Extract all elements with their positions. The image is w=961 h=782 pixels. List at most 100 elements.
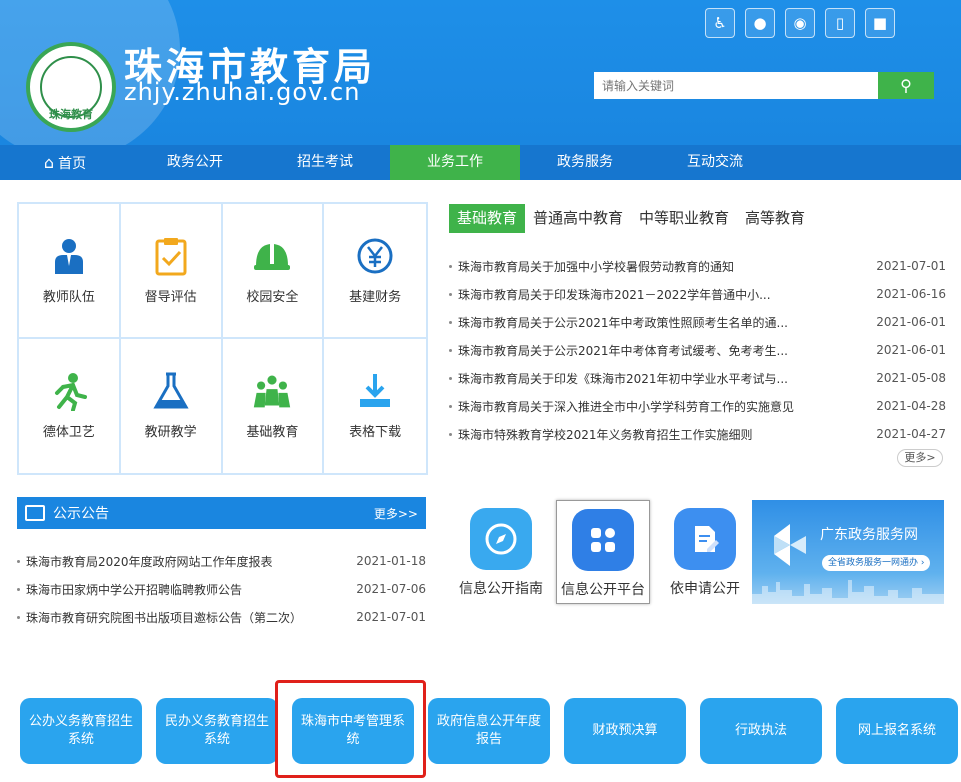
grid-item-teachers[interactable]: 教师队伍 [19,204,121,339]
grid-item-research[interactable]: 教研教学 [121,338,223,473]
list-item[interactable]: 珠海市教育局2020年度政府网站工作年度报表 2021-01-18 [17,547,426,575]
grid-item-label: 教师队伍 [42,289,95,305]
news-title[interactable]: 珠海市教育局关于深入推进全市中小学学科劳育工作的实施意见 [458,398,876,415]
grid-item-supervision[interactable]: 督导评估 [120,204,223,339]
list-item[interactable]: 珠海市教育研究院图书出版项目邀标公告（第二次） 2021-07-01 [17,603,426,631]
app-info-platform[interactable]: 信息公开平台 [556,500,650,604]
search-input[interactable] [594,72,878,99]
news-title[interactable]: 珠海市教育局关于公示2021年中考体育考试缓考、免考考生... [458,342,876,359]
tab-high-school[interactable]: 普通高中教育 [525,204,631,233]
notice-title: 公示公告 [53,506,109,522]
notice-item-title[interactable]: 珠海市田家炳中学公开招聘临聘教师公告 [26,581,352,598]
grid-item-label: 基建财务 [349,289,402,305]
zhongkao-management-system-button[interactable]: 珠海市中考管理系统 [292,698,414,764]
annual-report-button[interactable]: 政府信息公开年度报告 [428,698,550,764]
bullet-dot [17,559,20,563]
nav-home-label: 首页 [58,156,87,172]
clipboard-check-icon [155,237,187,276]
tab-higher-education[interactable]: 高等教育 [737,204,813,233]
gd-gov-service-banner[interactable]: 广东政务服务网 全省政务服务一网通办 › [752,500,944,604]
news-list: 珠海市教育局关于加强中小学校暑假劳动教育的通知 2021-07-01 珠海市教育局… [449,252,946,448]
nav-interaction[interactable]: 互动交流 [650,145,780,180]
nav-admissions[interactable]: 招生考试 [260,145,390,180]
news-title[interactable]: 珠海市教育局关于印发珠海市2021－2022学年普通中小... [458,286,876,303]
nav-home[interactable]: ⌂ 首页 [0,145,130,180]
bullet-dot [17,587,20,591]
grid-item-label: 基础教育 [246,425,299,441]
search-button[interactable]: ⚲ [878,72,934,99]
system-links: 公办义务教育招生系统 民办义务教育招生系统 珠海市中考管理系统 政府信息公开年度… [20,698,958,764]
grid-item-label: 督导评估 [144,289,197,305]
list-item[interactable]: 珠海市教育局关于深入推进全市中小学学科劳育工作的实施意见 2021-04-28 [449,392,946,420]
search-icon: ⚲ [900,77,912,95]
notice-more-link[interactable]: 更多>> [374,505,418,522]
wechat-icon[interactable]: ● [745,8,775,38]
list-item[interactable]: 珠海市田家炳中学公开招聘临聘教师公告 2021-07-06 [17,575,426,603]
online-registration-button[interactable]: 网上报名系统 [836,698,958,764]
list-item[interactable]: 珠海市教育局关于公示2021年中考政策性照顾考生名单的通... 2021-06-0… [449,308,946,336]
bullet-dot [449,376,452,380]
list-item[interactable]: 珠海市教育局关于公示2021年中考体育考试缓考、免考考生... 2021-06-0… [449,336,946,364]
weibo-icon[interactable]: ◉ [785,8,815,38]
helmet-icon [254,243,291,270]
news-more-button[interactable]: 更多> [897,449,943,467]
list-item[interactable]: 珠海市特殊教育学校2021年义务教育招生工作实施细则 2021-04-27 [449,420,946,448]
bullet-dot [449,320,452,324]
grid-apps-icon [572,509,634,571]
grid-item-pe-arts[interactable]: 德体卫艺 [19,338,121,473]
site-logo[interactable]: 珠海教育 [26,42,116,132]
nav-government-affairs[interactable]: 政务公开 [130,145,260,180]
yen-icon [357,238,393,274]
mobile-icon[interactable]: ▯ [825,8,855,38]
app-request-disclosure[interactable]: 依申请公开 [658,500,752,604]
news-title[interactable]: 珠海市教育局关于公示2021年中考政策性照顾考生名单的通... [458,314,876,331]
app-info-guide[interactable]: 信息公开指南 [454,500,548,604]
notice-item-date: 2021-07-06 [356,582,426,596]
notice-list: 珠海市教育局2020年度政府网站工作年度报表 2021-01-18 珠海市田家炳中… [17,547,426,631]
grid-item-forms-download[interactable]: 表格下载 [324,339,426,474]
top-icon-bar: ♿ ● ◉ ▯ ■ [705,8,895,38]
law-enforcement-button[interactable]: 行政执法 [700,698,822,764]
document-edit-icon [674,508,736,570]
grid-item-label: 校园安全 [246,289,299,305]
grid-item-safety[interactable]: 校园安全 [222,204,325,339]
budget-button[interactable]: 财政预决算 [564,698,686,764]
list-item[interactable]: 珠海市教育局关于加强中小学校暑假劳动教育的通知 2021-07-01 [449,252,946,280]
app-label: 依申请公开 [670,581,740,597]
notice-item-title[interactable]: 珠海市教育局2020年度政府网站工作年度报表 [26,553,352,570]
app-label: 信息公开平台 [561,582,645,598]
grid-item-label: 教研教学 [144,425,197,441]
notice-item-date: 2021-01-18 [356,554,426,568]
nav-services[interactable]: 政务服务 [520,145,650,180]
news-tabs: 基础教育 普通高中教育 中等职业教育 高等教育 [449,204,813,233]
category-grid: 教师队伍 督导评估 校园安全 基建财务 德体卫艺 教研教学 基础教育 表格下载 [17,202,428,475]
news-date: 2021-04-27 [876,427,946,441]
nav-business-work[interactable]: 业务工作 [390,145,520,180]
public-enrollment-system-button[interactable]: 公办义务教育招生系统 [20,698,142,764]
tab-vocational[interactable]: 中等职业教育 [631,204,737,233]
city-skyline [752,580,944,604]
news-title[interactable]: 珠海市教育局关于印发《珠海市2021年初中学业水平考试与... [458,370,876,387]
grid-item-finance[interactable]: 基建财务 [324,204,426,339]
app-label: 信息公开指南 [459,581,543,597]
private-enrollment-system-button[interactable]: 民办义务教育招生系统 [156,698,278,764]
bullet-dot [449,404,452,408]
news-title[interactable]: 珠海市教育局关于加强中小学校暑假劳动教育的通知 [458,258,876,275]
pinwheel-logo-icon [774,524,806,566]
list-item[interactable]: 珠海市教育局关于印发《珠海市2021年初中学业水平考试与... 2021-05-0… [449,364,946,392]
site-header: 珠海教育 珠海市教育局 zhjy.zhuhai.gov.cn ♿ ● ◉ ▯ ■… [0,0,961,145]
search-bar: ⚲ [594,72,934,99]
tab-basic-education[interactable]: 基础教育 [449,204,526,233]
app-icon[interactable]: ■ [865,8,895,38]
news-date: 2021-06-01 [876,315,946,329]
list-item[interactable]: 珠海市教育局关于印发珠海市2021－2022学年普通中小... 2021-06-1… [449,280,946,308]
bullet-dot [449,264,452,268]
grid-item-basic-education[interactable]: 基础教育 [223,338,325,473]
notice-item-title[interactable]: 珠海市教育研究院图书出版项目邀标公告（第二次） [26,609,352,626]
news-date: 2021-05-08 [876,371,946,385]
download-icon [360,374,391,408]
news-title[interactable]: 珠海市特殊教育学校2021年义务教育招生工作实施细则 [458,426,876,443]
accessibility-icon[interactable]: ♿ [705,8,735,38]
logo-text: 珠海教育 [49,108,93,121]
bullet-dot [449,348,452,352]
